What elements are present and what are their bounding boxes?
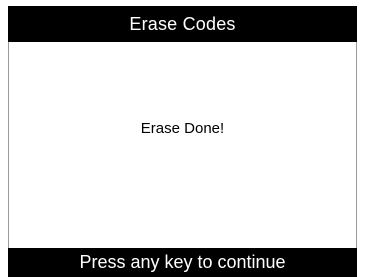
erase-status-message: Erase Done!	[140, 120, 225, 137]
continue-prompt-bar[interactable]: Press any key to continue	[8, 248, 357, 277]
title-bar: Erase Codes	[8, 6, 357, 42]
device-screen: Erase Codes Erase Done! Press any key to…	[0, 0, 357, 277]
continue-prompt-text: Press any key to continue	[79, 252, 286, 272]
content-area: Erase Done!	[8, 42, 357, 248]
screen-title: Erase Codes	[129, 13, 236, 34]
